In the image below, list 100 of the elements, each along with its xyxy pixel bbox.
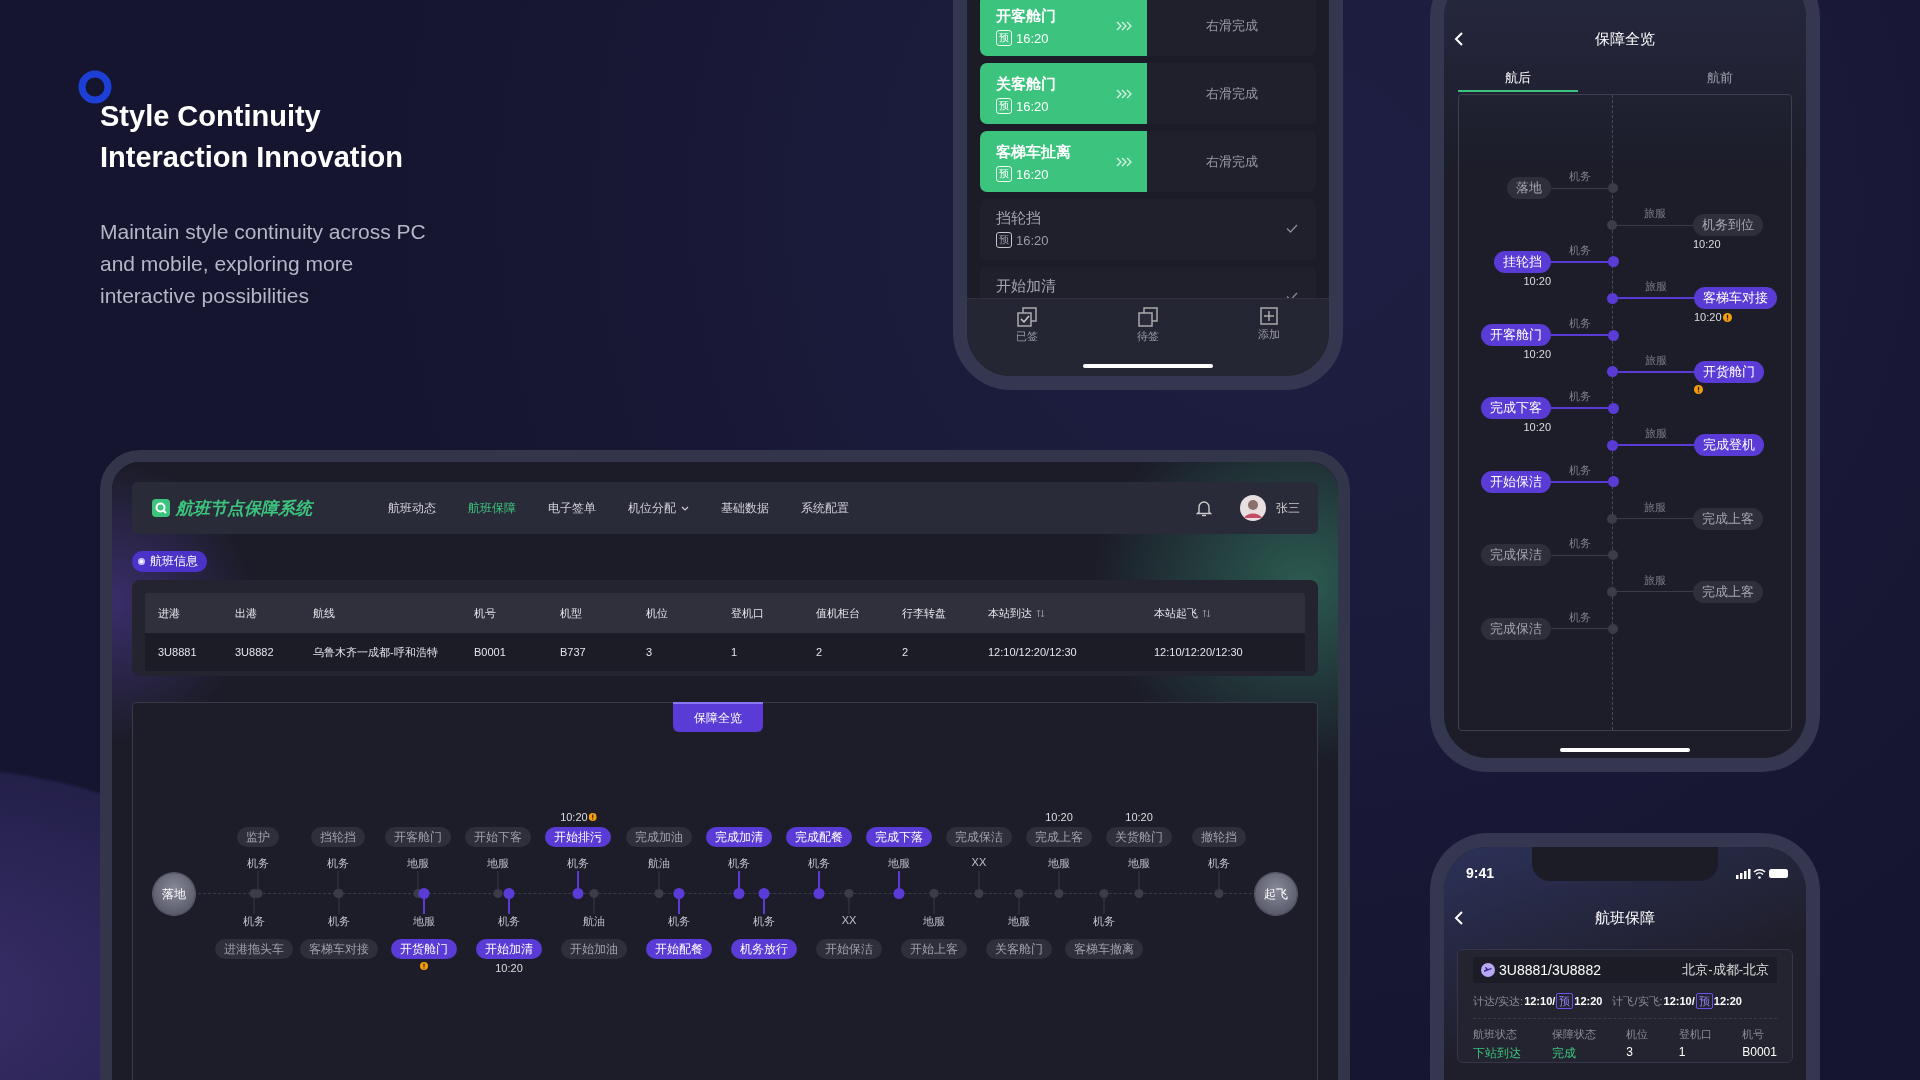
event-tag[interactable]: 完成加油 xyxy=(625,827,692,847)
swipe-hint: 右滑完成 xyxy=(1204,16,1259,35)
swipe-arrows-icon xyxy=(1116,20,1132,31)
event-tag[interactable]: 关客舱门 xyxy=(986,939,1052,959)
field-label: 保障状态 xyxy=(1551,1027,1596,1042)
event-tag[interactable]: 进港拖头车 xyxy=(215,939,293,959)
event-tag[interactable]: 完成上客 xyxy=(1693,507,1763,530)
event-tag[interactable]: 完成登机 xyxy=(1694,434,1764,457)
table-cell-text: 1 xyxy=(730,646,739,658)
column-header: 登机口 xyxy=(730,605,765,621)
column-header: 航线 xyxy=(312,605,336,621)
role-label: 地服 xyxy=(1008,914,1030,929)
tab-bar-item[interactable]: 待签 xyxy=(1118,307,1178,344)
event-tag[interactable]: 完成上客 xyxy=(1026,827,1092,847)
column-header[interactable]: 本站起飞 xyxy=(1141,605,1308,621)
table-cell-text: B0001 xyxy=(473,646,507,658)
app-name: 航班节点保障系统 xyxy=(176,497,312,520)
time-value: 12:10/ xyxy=(1663,995,1695,1007)
tab-bar-item[interactable]: 添加 xyxy=(1238,307,1299,342)
task-name: 开客舱门 xyxy=(996,7,1056,26)
nav-item[interactable]: 航班动态 xyxy=(388,499,436,517)
field-label: 机位 xyxy=(1626,1027,1649,1042)
role-label: 机务 xyxy=(1208,856,1231,871)
tab-bar-item[interactable]: 已签 xyxy=(997,307,1058,344)
flight-route: 北京-成都-北京 xyxy=(1682,961,1769,979)
field-value: B0001 xyxy=(1742,1045,1777,1059)
overview-tab[interactable]: 保障全览 xyxy=(673,702,763,732)
tab[interactable]: 航后 xyxy=(1458,62,1578,92)
task-card[interactable]: 开客舱门 预 16:20 右滑完成 xyxy=(980,0,1316,56)
event-tag[interactable]: 完成上客 xyxy=(1693,580,1763,603)
event-tag[interactable]: 开货舱门 xyxy=(391,939,457,959)
role-label: 机务 xyxy=(567,856,590,871)
time-value: 12:20 xyxy=(1713,995,1742,1007)
notification-icon[interactable] xyxy=(1196,499,1212,517)
role-label: 机务 xyxy=(1568,169,1591,185)
event-tag[interactable]: 开客舱门 xyxy=(385,827,452,847)
event-tag[interactable]: 开始加清 xyxy=(476,939,542,959)
table-cell-text: 2 xyxy=(901,646,910,658)
event-tag[interactable]: 开始配餐 xyxy=(646,939,712,959)
role-label: 机务 xyxy=(247,856,269,871)
event-tag[interactable]: 完成下落 xyxy=(865,827,932,847)
event-tag[interactable]: 挡轮挡 xyxy=(311,827,366,847)
task-name: 关客舱门 xyxy=(996,75,1056,94)
column-header[interactable]: 本站到达 xyxy=(975,605,1141,621)
task-time: 16:20 xyxy=(1016,166,1049,182)
description: Maintain style continuity across PC and mobile, exploring more interactive possibilities xyxy=(100,219,427,309)
nav-item[interactable]: 系统配置 xyxy=(801,499,849,517)
task-card[interactable]: 客梯车扯离 预 16:20 右滑完成 xyxy=(980,131,1316,192)
status-time: 9:41 xyxy=(1466,865,1495,881)
avatar[interactable] xyxy=(1240,495,1266,521)
event-tag[interactable]: 监护 xyxy=(237,827,279,847)
event-tag[interactable]: 落地 xyxy=(1507,177,1551,200)
role-label: 机务 xyxy=(1568,462,1591,478)
event-tag[interactable]: 关货舱门 xyxy=(1106,827,1173,847)
table-cell-text: 乌鲁木齐一成都-呼和浩特 xyxy=(312,644,439,660)
task-name: 客梯车扯离 xyxy=(996,143,1071,162)
event-tag[interactable]: 开始上客 xyxy=(901,939,967,959)
role-label: XX xyxy=(841,914,857,926)
event-tag[interactable]: 完成保洁 xyxy=(1481,544,1551,567)
back-icon[interactable] xyxy=(1454,31,1464,47)
field-label: 机号 xyxy=(1742,1027,1766,1042)
task-card[interactable]: 关客舱门 预 16:20 右滑完成 xyxy=(980,63,1316,124)
task-card[interactable]: 挡轮挡 预 16:20 xyxy=(980,199,1316,260)
nav-item[interactable]: 电子签单 xyxy=(548,499,596,517)
back-icon[interactable] xyxy=(1454,910,1464,926)
role-label: 机务 xyxy=(498,914,520,929)
role-label: 航油 xyxy=(583,914,605,929)
event-tag[interactable]: 开始保洁 xyxy=(816,939,882,959)
event-tag[interactable]: 机务放行 xyxy=(731,939,797,959)
event-tag[interactable]: 开始排污 xyxy=(545,827,612,847)
task-card[interactable]: 开始加清 xyxy=(980,267,1316,298)
timeline-dot xyxy=(249,889,259,898)
task-time: 16:20 xyxy=(1016,232,1049,248)
event-tag[interactable]: 完成加清 xyxy=(705,827,772,847)
nav-item[interactable]: 航班保障 xyxy=(468,499,516,517)
event-tag[interactable]: 开始下客 xyxy=(465,827,532,847)
time-label: 计达/实达: xyxy=(1473,993,1524,1009)
field-value: 1 xyxy=(1678,1045,1687,1059)
planned-badge: 预 xyxy=(996,166,1012,182)
planned-badge: 预 xyxy=(1556,993,1574,1009)
event-time: 10:20 xyxy=(1523,348,1551,361)
event-tag[interactable]: 完成保洁 xyxy=(1481,617,1551,640)
event-tag[interactable]: 开始加油 xyxy=(561,939,627,959)
table-cell-text: 3 xyxy=(645,646,654,658)
event-tag[interactable]: 撤轮挡 xyxy=(1192,827,1247,847)
event-tag[interactable]: 开始保洁 xyxy=(1481,470,1551,493)
column-header: 行李转盘 xyxy=(901,605,947,621)
event-tag[interactable]: 完成保洁 xyxy=(945,827,1012,847)
flight-number: 3U8881/3U8882 xyxy=(1499,962,1601,978)
role-label: 旅服 xyxy=(1645,279,1667,295)
swipe-hint: 右滑完成 xyxy=(1204,152,1259,171)
role-label: 机务 xyxy=(1568,316,1591,332)
task-time: 16:20 xyxy=(1016,98,1049,114)
tab[interactable]: 航前 xyxy=(1578,62,1792,92)
event-tag[interactable]: 客梯车对接 xyxy=(300,939,378,959)
nav-item[interactable]: 基础数据 xyxy=(721,499,769,517)
event-tag[interactable]: 客梯车撤离 xyxy=(1065,939,1143,959)
event-tag[interactable]: 完成配餐 xyxy=(785,827,852,847)
nav-item[interactable]: 机位分配 xyxy=(628,499,689,517)
role-label: 旅服 xyxy=(1644,572,1666,588)
